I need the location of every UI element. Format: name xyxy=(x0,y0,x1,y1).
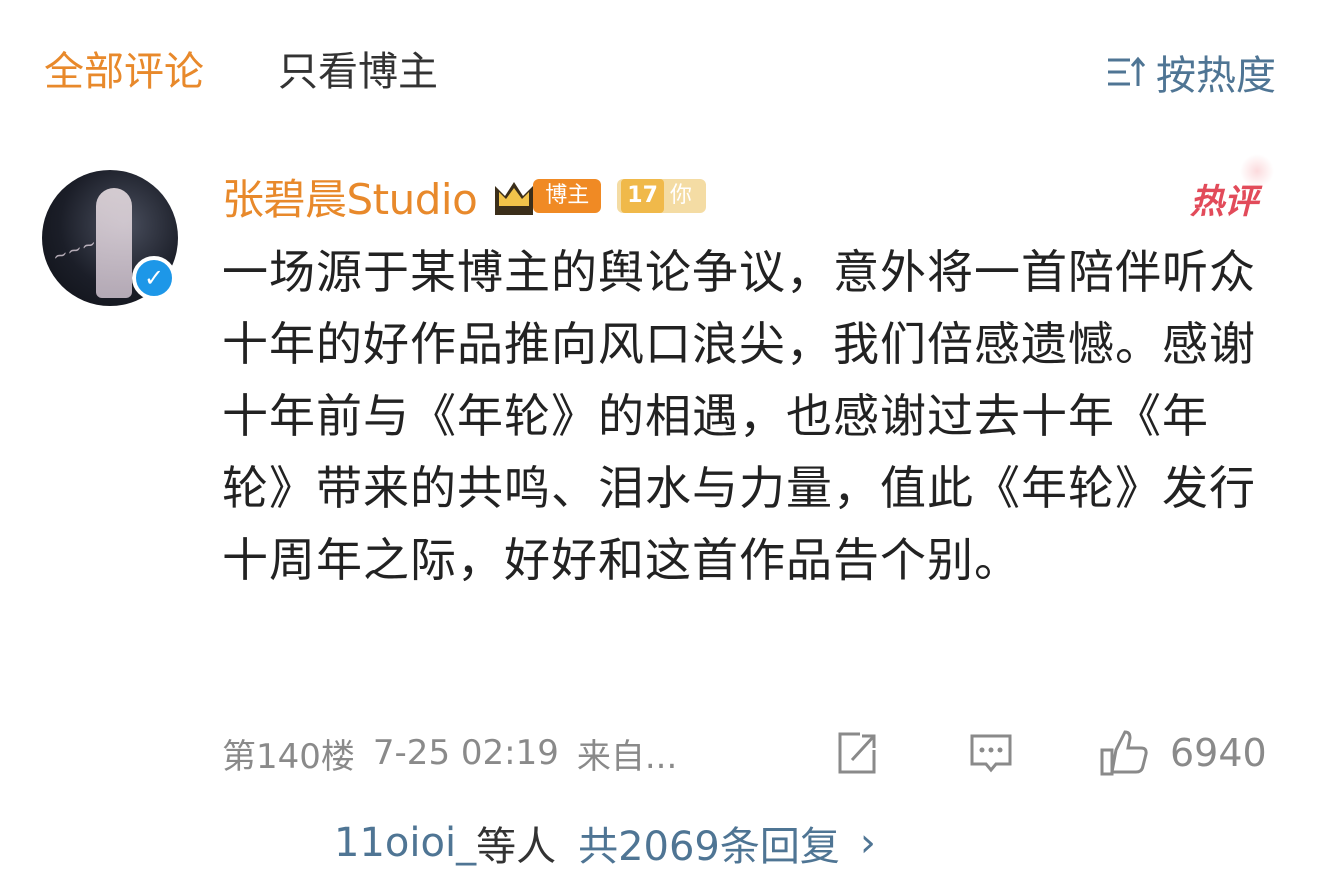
fan-level-number: 17 xyxy=(621,179,664,213)
comment-tabs: 全部评论 只看博主 按热度 xyxy=(0,0,1320,140)
sort-icon xyxy=(1108,56,1146,86)
fan-level-badge: 17 你 xyxy=(617,179,706,213)
like-icon xyxy=(1100,730,1148,776)
crown-icon xyxy=(495,182,534,215)
comment-source: 来自... xyxy=(576,736,678,777)
tab-all-comments[interactable]: 全部评论 xyxy=(44,44,204,100)
reply-button[interactable] xyxy=(966,724,1016,782)
avatar-decoration: ~~~ xyxy=(49,232,100,269)
author-row: 张碧晨Studio 博主 17 你 xyxy=(222,168,706,224)
floor-number: 第140楼 xyxy=(222,736,355,777)
share-button[interactable] xyxy=(832,724,882,782)
replies-total[interactable]: 共2069条回复 xyxy=(578,814,840,872)
comment-time: 7-25 02:19 xyxy=(372,733,559,773)
author-name[interactable]: 张碧晨Studio xyxy=(222,166,478,227)
comment-meta: 第140楼 7-25 02:19 来自... xyxy=(222,724,695,782)
verified-icon: ✓ xyxy=(132,256,176,300)
sort-by-hot-button[interactable]: 按热度 xyxy=(1104,44,1276,100)
sort-label: 按热度 xyxy=(1156,53,1276,99)
like-count: 6940 xyxy=(1170,731,1267,775)
replies-etc: 等人 xyxy=(476,824,557,870)
reply-icon xyxy=(970,734,1012,773)
tab-only-owner[interactable]: 只看博主 xyxy=(278,44,438,100)
avatar-figure xyxy=(96,188,132,298)
hot-comment-tag: 热评 xyxy=(1190,154,1274,223)
fan-level-text: 你 xyxy=(669,183,692,208)
owner-badge: 博主 xyxy=(533,179,602,213)
replies-link[interactable]: 11oioi_ 等人 共2069条回复 › xyxy=(334,812,876,874)
chevron-right-icon: › xyxy=(859,820,876,866)
share-icon xyxy=(838,732,876,774)
comment-text: 一场源于某博主的舆论争议，意外将一首陪伴听众十年的好作品推向风口浪尖，我们倍感遗… xyxy=(222,245,1256,587)
like-button[interactable]: 6940 xyxy=(1098,724,1267,782)
replies-user[interactable]: 11oioi_ xyxy=(334,820,476,866)
